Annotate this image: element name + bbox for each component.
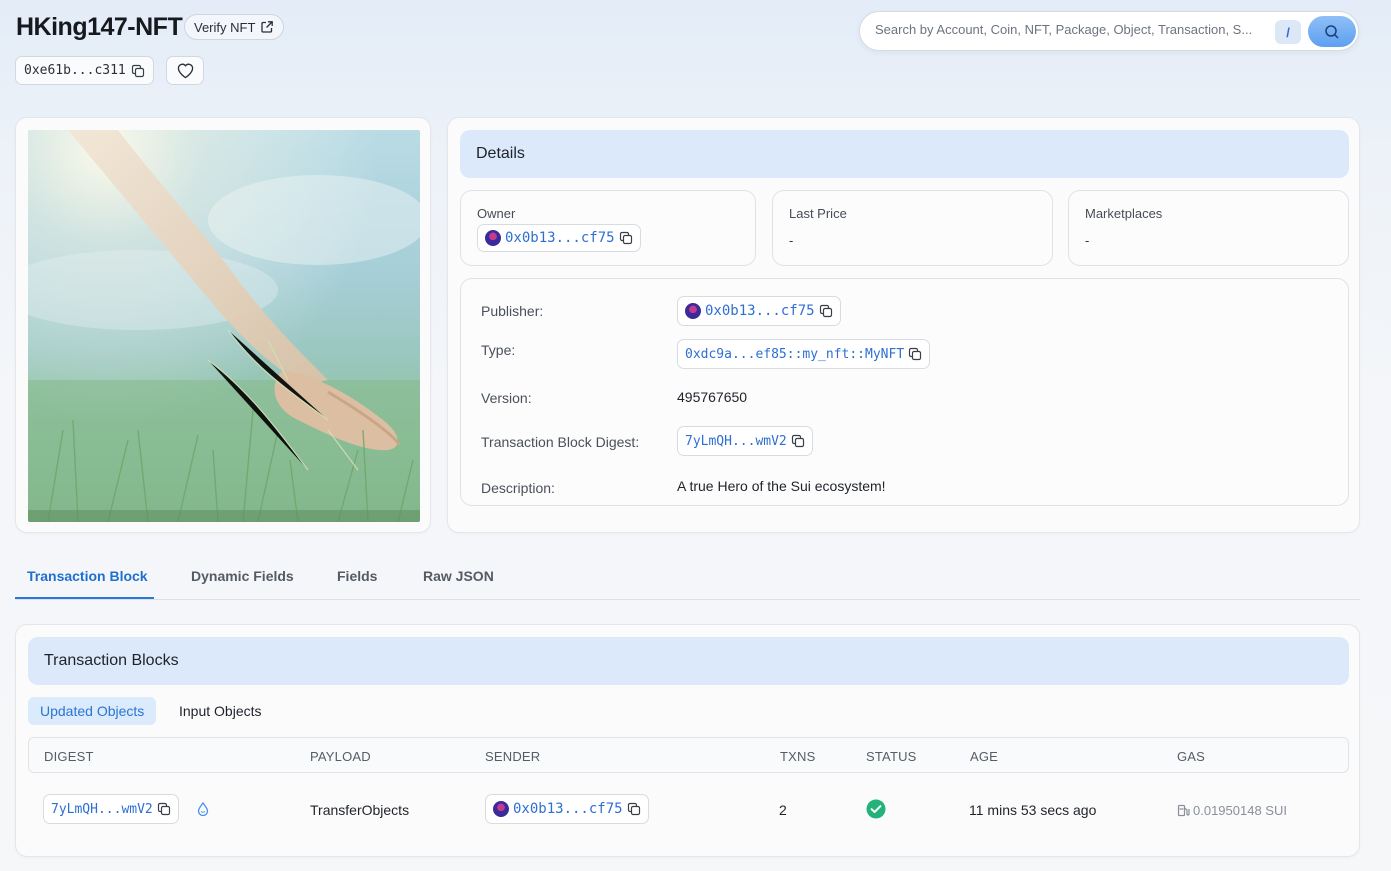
row-gas: 0.01950148 SUI xyxy=(1177,803,1287,818)
copy-icon[interactable] xyxy=(791,434,805,448)
marketplaces-card: Marketplaces - xyxy=(1068,190,1349,266)
row-txns: 2 xyxy=(779,802,787,818)
avatar xyxy=(685,303,701,319)
owner-address: 0x0b13...cf75 xyxy=(505,230,615,246)
owner-card: Owner 0x0b13...cf75 xyxy=(460,190,756,266)
tab-fields[interactable]: Fields xyxy=(337,568,377,584)
verify-nft-button[interactable]: Verify NFT xyxy=(184,14,285,40)
subtab-input-objects[interactable]: Input Objects xyxy=(167,697,274,725)
active-tab-indicator xyxy=(15,597,154,599)
sui-drop-icon xyxy=(197,802,209,816)
column-header-age: AGE xyxy=(970,749,999,764)
column-header-digest: DIGEST xyxy=(44,749,94,764)
copy-icon[interactable] xyxy=(157,802,171,816)
row-gas-value: 0.01950148 SUI xyxy=(1193,803,1287,818)
description-label: Description: xyxy=(481,480,555,496)
external-link-icon xyxy=(261,21,274,33)
heart-icon xyxy=(177,63,193,79)
owner-address-chip[interactable]: 0x0b13...cf75 xyxy=(477,224,641,252)
row-digest-chip[interactable]: 7yLmQH...wmV2 xyxy=(43,794,179,824)
search-icon xyxy=(1325,24,1339,39)
version-label: Version: xyxy=(481,390,532,406)
nft-image[interactable] xyxy=(28,130,420,522)
last-price-card: Last Price - xyxy=(772,190,1053,266)
marketplaces-value: - xyxy=(1085,233,1090,248)
publisher-label: Publisher: xyxy=(481,303,544,319)
column-header-payload: PAYLOAD xyxy=(310,749,371,764)
copy-icon[interactable] xyxy=(619,231,633,245)
marketplaces-label: Marketplaces xyxy=(1085,206,1163,221)
version-value: 495767650 xyxy=(677,389,748,405)
type-value: 0xdc9a...ef85::my_nft::MyNFT xyxy=(685,346,905,362)
copy-icon[interactable] xyxy=(908,347,922,361)
column-header-status: STATUS xyxy=(866,749,917,764)
object-address-chip[interactable]: 0xe61b...c311 xyxy=(15,56,154,85)
row-age: 11 mins 53 secs ago xyxy=(969,802,1097,818)
publisher-address-chip[interactable]: 0x0b13...cf75 xyxy=(677,296,841,326)
digest-chip[interactable]: 7yLmQH...wmV2 xyxy=(677,426,813,456)
status-success-icon xyxy=(866,799,886,819)
verify-nft-label: Verify NFT xyxy=(194,19,256,35)
copy-icon[interactable] xyxy=(627,802,641,816)
last-price-label: Last Price xyxy=(789,206,847,221)
search-bar: / xyxy=(859,11,1359,51)
copy-icon[interactable] xyxy=(131,64,145,78)
avatar xyxy=(485,230,501,246)
tab-transaction-block[interactable]: Transaction Block xyxy=(27,568,148,584)
type-label: Type: xyxy=(481,342,516,358)
search-input[interactable] xyxy=(875,22,1271,37)
favorite-button[interactable] xyxy=(166,56,204,85)
type-chip[interactable]: 0xdc9a...ef85::my_nft::MyNFT xyxy=(677,339,931,369)
description-value: A true Hero of the Sui ecosystem! xyxy=(677,478,886,494)
column-header-gas: GAS xyxy=(1177,749,1206,764)
row-payload: TransferObjects xyxy=(310,802,410,818)
last-price-value: - xyxy=(789,233,794,248)
avatar xyxy=(493,801,509,817)
gas-pump-icon xyxy=(1177,804,1190,817)
page-title: HKing147-NFT xyxy=(16,13,183,41)
object-address: 0xe61b...c311 xyxy=(24,63,126,78)
transactions-heading: Transaction Blocks xyxy=(28,637,1349,685)
column-header-sender: SENDER xyxy=(485,749,541,764)
transactions-panel: Transaction Blocks Updated Objects Input… xyxy=(15,624,1360,857)
row-sender: 0x0b13...cf75 xyxy=(513,801,623,817)
details-panel: Details Owner 0x0b13...cf75 Last Price -… xyxy=(447,117,1360,533)
row-sender-chip[interactable]: 0x0b13...cf75 xyxy=(485,794,649,824)
object-info-box: Publisher: 0x0b13...cf75 Type: 0xdc9a...… xyxy=(460,278,1349,506)
details-heading: Details xyxy=(460,130,1349,178)
publisher-address: 0x0b13...cf75 xyxy=(705,303,815,319)
tab-raw-json[interactable]: Raw JSON xyxy=(423,568,494,584)
digest-label: Transaction Block Digest: xyxy=(481,434,640,450)
object-tabs: Transaction Block Dynamic Fields Fields … xyxy=(15,559,1360,600)
column-header-txns: TXNS xyxy=(780,749,816,764)
nft-image-panel xyxy=(15,117,431,533)
digest-value: 7yLmQH...wmV2 xyxy=(685,433,787,449)
subtab-updated-objects[interactable]: Updated Objects xyxy=(28,697,157,725)
row-digest: 7yLmQH...wmV2 xyxy=(51,801,153,817)
search-shortcut-key: / xyxy=(1275,20,1301,44)
search-button[interactable] xyxy=(1308,16,1356,47)
tab-dynamic-fields[interactable]: Dynamic Fields xyxy=(191,568,294,584)
copy-icon[interactable] xyxy=(819,304,833,318)
owner-label: Owner xyxy=(477,206,516,221)
table-header: DIGEST PAYLOAD SENDER TXNS STATUS AGE GA… xyxy=(28,737,1349,773)
